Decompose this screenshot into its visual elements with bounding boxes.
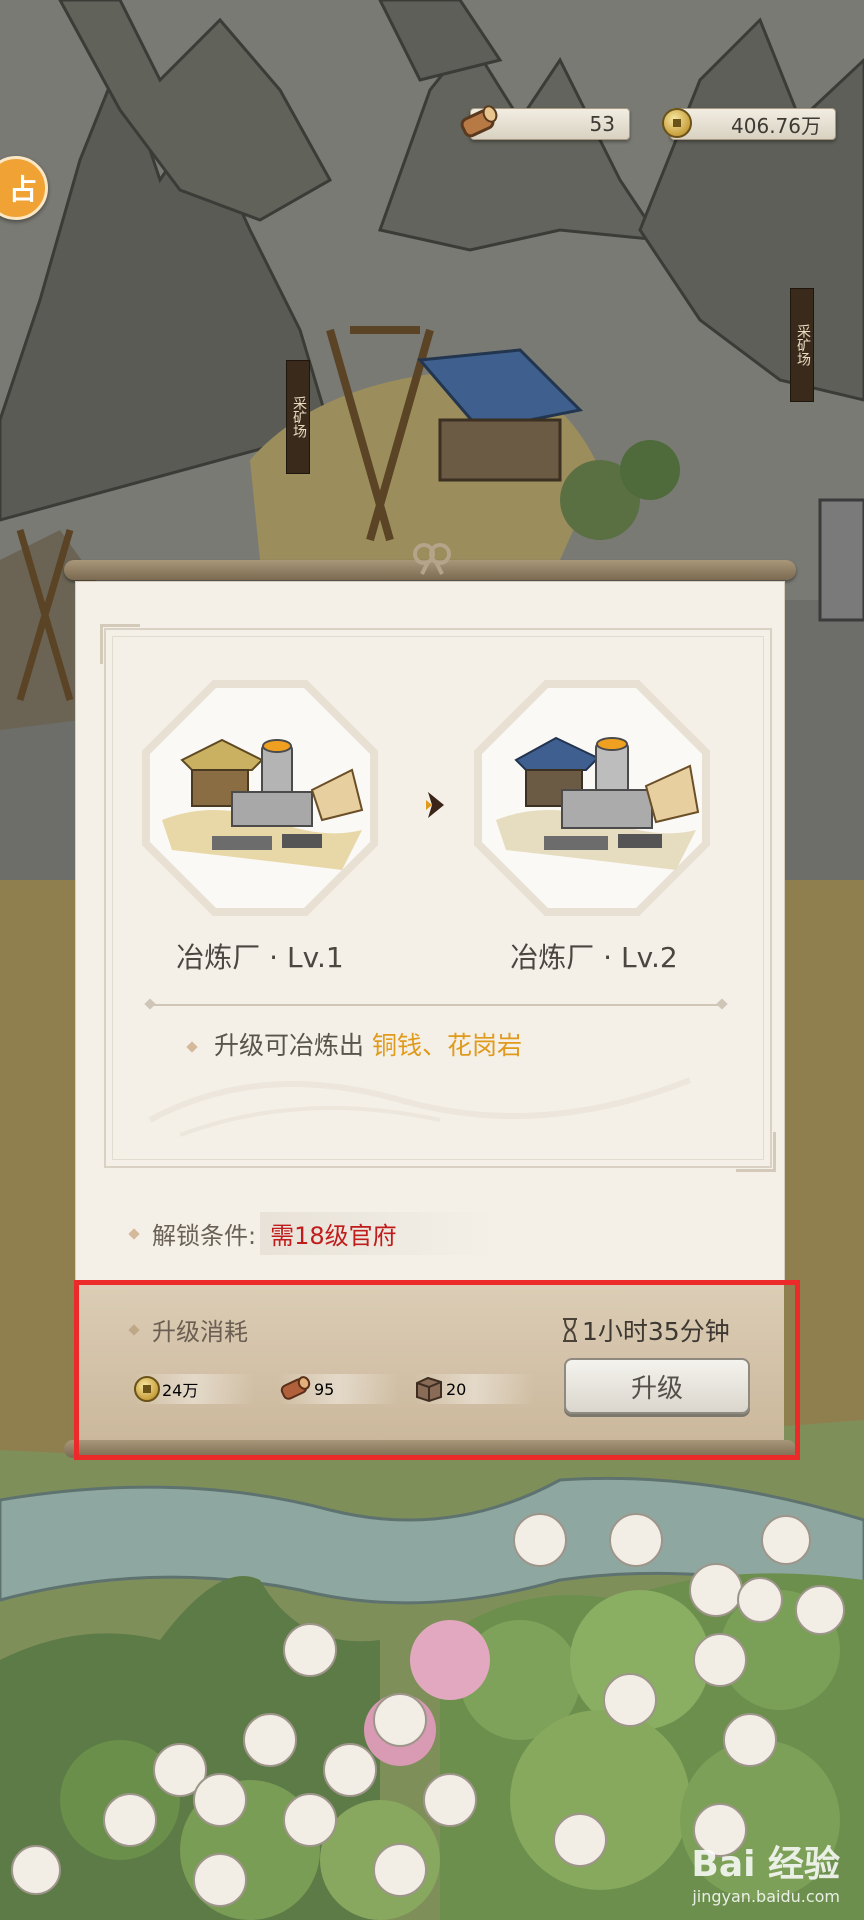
wood-count: 53	[589, 112, 615, 136]
watermark-brand: Bai 经验	[691, 1844, 840, 1885]
description-prefix: 升级可冶炼出	[214, 1031, 372, 1060]
highlight-box	[74, 1280, 800, 1460]
divider	[150, 1004, 722, 1006]
current-building-name: 冶炼厂 · Lv.1	[176, 941, 344, 974]
unlock-label: 解锁条件:	[152, 1222, 257, 1250]
coin-counter: 406.76万	[670, 108, 836, 140]
unlock-value: 需18级官府	[260, 1212, 501, 1255]
wood-icon	[460, 105, 498, 138]
smelter-lv2-image	[496, 736, 700, 870]
coin-count: 406.76万	[731, 113, 821, 138]
next-building-name: 冶炼厂 · Lv.2	[510, 941, 678, 974]
description-highlight: 铜钱、花岗岩	[371, 1031, 522, 1060]
baidu-watermark: Bai 经验 jingyan.baidu.com	[691, 1835, 840, 1906]
diamond-bullet-icon	[128, 1227, 140, 1240]
knot-icon	[413, 543, 451, 575]
unlock-condition-row: 解锁条件: 需18级官府	[128, 1212, 501, 1255]
diamond-bullet-icon	[186, 1041, 198, 1053]
mine-sign-right[interactable]: 采矿场	[790, 288, 814, 402]
mine-sign-left[interactable]: 采矿场	[286, 360, 310, 474]
frame-corner-ornament	[100, 624, 140, 664]
side-menu-glyph: 占	[8, 173, 37, 206]
coin-icon	[662, 108, 692, 138]
smelter-lv1-image	[162, 738, 364, 870]
watermark-url: jingyan.baidu.com	[692, 1887, 840, 1906]
chevron-right-icon	[422, 788, 450, 822]
upgrade-description: 升级可冶炼出 铜钱、花岗岩	[186, 1026, 522, 1062]
frame-corner-ornament	[736, 1132, 776, 1172]
